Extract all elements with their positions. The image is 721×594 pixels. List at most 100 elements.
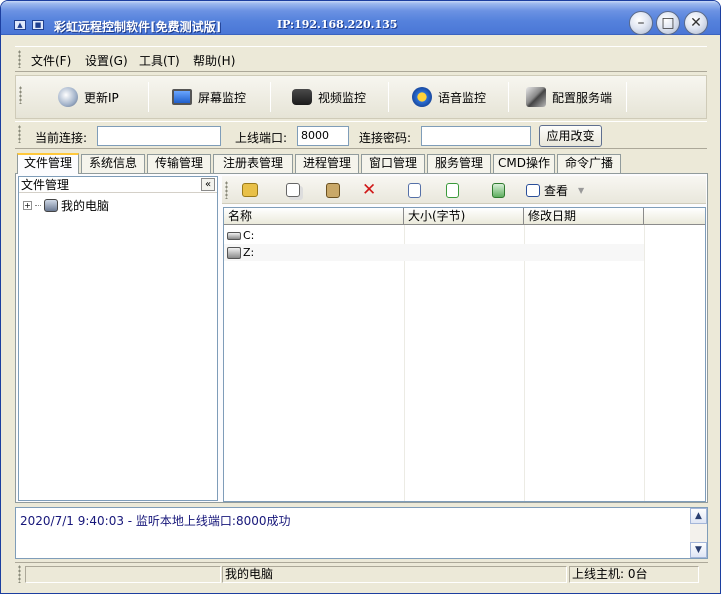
delete-button[interactable]: ✕: [362, 180, 376, 200]
screen-monitor-label: 屏幕监控: [198, 90, 247, 105]
menu-tools[interactable]: 工具(T): [139, 52, 180, 69]
menu-help[interactable]: 帮助(H): [193, 52, 235, 69]
monitor-icon: [172, 89, 192, 105]
refresh-ip-button[interactable]: 更新IP: [58, 82, 119, 112]
copy-button[interactable]: [286, 180, 300, 200]
column-size[interactable]: 大小(字节): [404, 208, 524, 225]
toolbar-separator: [270, 82, 271, 112]
status-left: [25, 566, 221, 583]
download-icon: [446, 182, 459, 198]
tab-file-manager[interactable]: 文件管理: [17, 153, 79, 174]
title-bar[interactable]: ▲ ■ 彩虹远程控制软件[免费测试版] IP:192.168.220.135 –…: [1, 1, 720, 35]
paste-button[interactable]: [326, 180, 340, 200]
main-toolbar: 更新IP 屏幕监控 视频监控 语音监控 配置服务端: [15, 75, 707, 119]
refresh-button[interactable]: [492, 180, 505, 200]
scroll-down-icon[interactable]: ▼: [690, 542, 707, 558]
tree-node-label: 我的电脑: [61, 199, 110, 213]
column-extra[interactable]: [644, 208, 705, 225]
tab-service[interactable]: 服务管理: [427, 154, 491, 173]
window-title: 彩虹远程控制软件[免费测试版]: [54, 20, 222, 34]
password-label: 连接密码:: [359, 131, 412, 145]
tree-header-label: 文件管理: [21, 178, 70, 192]
tab-process[interactable]: 进程管理: [295, 154, 359, 173]
paste-icon: [326, 182, 340, 198]
tree-header: 文件管理 «: [19, 177, 217, 193]
toolbar-separator: [388, 82, 389, 112]
file-row[interactable]: Z:: [224, 244, 644, 261]
wrench-icon: [526, 87, 546, 107]
file-toolbar-grip-icon[interactable]: [225, 181, 228, 199]
apply-button[interactable]: 应用改变: [539, 125, 602, 147]
dropdown-arrow-icon: ▼: [578, 185, 585, 195]
tab-window[interactable]: 窗口管理: [361, 154, 425, 173]
refresh-icon: [492, 182, 505, 198]
log-scrollbar[interactable]: ▲ ▼: [690, 508, 707, 558]
close-button[interactable]: ✕: [684, 11, 708, 35]
log-panel[interactable]: 2020/7/1 9:40:03 - 监听本地上线端口:8000成功 ▲ ▼: [15, 507, 708, 559]
collapse-pane-button[interactable]: «: [201, 178, 215, 191]
connection-bar: 当前连接: 上线端口: 8000 连接密码: 应用改变: [15, 121, 707, 149]
menu-file[interactable]: 文件(F): [31, 52, 71, 69]
port-field[interactable]: 8000: [297, 126, 349, 146]
statusbar-grip-icon: [18, 565, 21, 583]
download-button[interactable]: [446, 180, 459, 200]
video-monitor-button[interactable]: 视频监控: [292, 82, 366, 112]
column-modified[interactable]: 修改日期: [524, 208, 644, 225]
microphone-icon: [412, 87, 432, 107]
tab-registry[interactable]: 注册表管理: [213, 154, 293, 173]
expand-icon[interactable]: +: [23, 201, 32, 210]
maximize-button[interactable]: □: [656, 11, 680, 35]
file-row-name: Z:: [243, 246, 255, 259]
log-line: 2020/7/1 9:40:03 - 监听本地上线端口:8000成功: [20, 514, 291, 528]
window-menu-icon[interactable]: ▲: [14, 20, 26, 30]
file-list[interactable]: 名称 大小(字节) 修改日期 C: Z:: [223, 207, 706, 502]
drive-icon: [227, 231, 241, 240]
tab-cmd[interactable]: CMD操作: [493, 154, 555, 173]
config-server-label: 配置服务端: [552, 90, 613, 105]
network-drive-icon: [227, 246, 241, 259]
app-window: ▲ ■ 彩虹远程控制软件[免费测试版] IP:192.168.220.135 –…: [0, 0, 721, 594]
status-online-hosts: 上线主机: 0台: [569, 566, 699, 583]
tab-system-info[interactable]: 系统信息: [81, 154, 145, 173]
video-monitor-label: 视频监控: [318, 90, 367, 105]
view-button[interactable]: 查看 ▼: [526, 180, 584, 200]
refresh-ip-label: 更新IP: [84, 90, 119, 105]
globe-icon: [58, 87, 78, 107]
config-server-button[interactable]: 配置服务端: [526, 82, 612, 112]
column-name[interactable]: 名称: [224, 208, 404, 225]
view-icon: [526, 183, 540, 197]
scroll-up-icon[interactable]: ▲: [690, 508, 707, 524]
file-pane: ✕ 查看 ▼ 名称 大小(字节) 修改日期 C: Z:: [222, 176, 706, 502]
toolbar-grip-icon[interactable]: [19, 86, 22, 104]
up-folder-button[interactable]: [242, 180, 258, 200]
current-connection-label: 当前连接:: [35, 131, 88, 145]
window-restore-icon[interactable]: ■: [32, 20, 44, 30]
column-divider: [644, 225, 645, 501]
voice-monitor-label: 语音监控: [438, 90, 487, 105]
menu-settings[interactable]: 设置(G): [85, 52, 128, 69]
toolbar-separator: [148, 82, 149, 112]
tab-broadcast[interactable]: 命令广播: [557, 154, 621, 173]
tree-line: [35, 205, 41, 206]
toolbar-separator: [626, 82, 627, 112]
tab-transfer[interactable]: 传输管理: [147, 154, 211, 173]
window-ip: IP:192.168.220.135: [277, 18, 398, 31]
tab-strip: 文件管理 系统信息 传输管理 注册表管理 进程管理 窗口管理 服务管理 CMD操…: [15, 153, 707, 174]
upload-button[interactable]: [408, 180, 421, 200]
minimize-button[interactable]: –: [629, 11, 653, 35]
view-label: 查看: [544, 183, 569, 198]
file-row[interactable]: C:: [224, 227, 644, 244]
connbar-grip-icon[interactable]: [18, 125, 21, 143]
grip-icon[interactable]: [18, 50, 21, 68]
file-manager-panel: 文件管理 « + 我的电脑 ✕ 查看 ▼ 名称 大小(字节) 修改日期 C: Z…: [15, 173, 708, 503]
current-connection-field[interactable]: [97, 126, 221, 146]
up-folder-icon: [242, 183, 258, 197]
camera-icon: [292, 89, 312, 105]
password-field[interactable]: [421, 126, 531, 146]
computer-icon: [44, 199, 58, 212]
voice-monitor-button[interactable]: 语音监控: [412, 82, 486, 112]
folder-tree[interactable]: 文件管理 « + 我的电脑: [18, 176, 218, 501]
screen-monitor-button[interactable]: 屏幕监控: [172, 82, 246, 112]
upload-icon: [408, 182, 421, 198]
tree-node-my-computer[interactable]: + 我的电脑: [23, 197, 109, 214]
